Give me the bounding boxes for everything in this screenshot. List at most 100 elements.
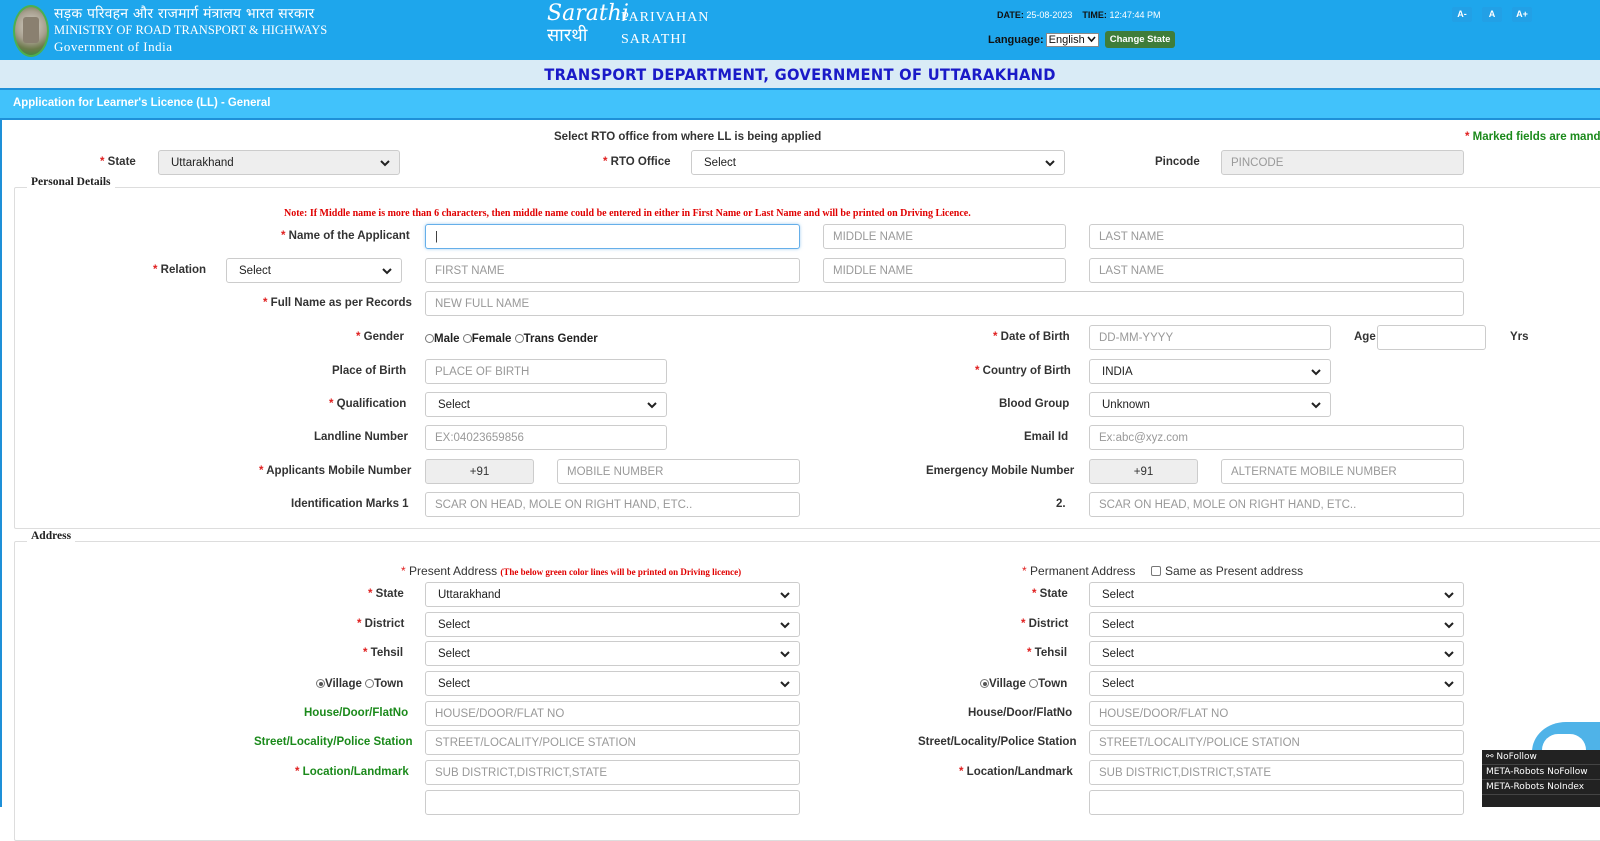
chevron-down-icon xyxy=(647,402,657,409)
present-state-label-text: State xyxy=(375,588,404,600)
qualification-select[interactable]: Select xyxy=(425,392,667,417)
permanent-village-radio[interactable]: Village xyxy=(980,678,1026,690)
blood-group-select[interactable]: Unknown xyxy=(1089,392,1331,417)
present-extra-input[interactable] xyxy=(425,790,800,815)
permanent-town-radio[interactable]: Town xyxy=(1029,678,1067,690)
same-as-present-checkbox[interactable]: Same as Present address xyxy=(1151,564,1303,578)
present-location-input[interactable]: SUB DISTRICT,DISTRICT,STATE xyxy=(425,760,800,785)
applicant-last-name-input[interactable]: LAST NAME xyxy=(1089,224,1464,249)
chevron-down-icon xyxy=(1311,369,1321,376)
government-of-india: Government of India xyxy=(54,39,173,54)
meta-noindex: META-Robots NoIndex xyxy=(1482,780,1600,795)
permanent-district-select[interactable]: Select xyxy=(1089,612,1464,637)
application-title-bar: Application for Learner's Licence (LL) -… xyxy=(0,88,1600,120)
gender-radio-group: Male Female Trans Gender xyxy=(425,333,598,345)
mobile-input[interactable]: MOBILE NUMBER xyxy=(557,459,800,484)
language-select[interactable]: English xyxy=(1045,32,1099,47)
relation-value: Select xyxy=(239,265,271,277)
present-district-select[interactable]: Select xyxy=(425,612,800,637)
rto-instruction: Select RTO office from where LL is being… xyxy=(554,131,822,143)
state-select-value: Uttarakhand xyxy=(171,157,234,169)
same-as-present-label: Same as Present address xyxy=(1165,564,1304,578)
site-header: सड़क परिवहन और राजमार्ग मंत्रालय भारत सर… xyxy=(0,0,1600,60)
nofollow-title-text: NoFollow xyxy=(1496,752,1537,762)
country-of-birth-select[interactable]: INDIA xyxy=(1089,359,1331,384)
relation-last-name-input[interactable]: LAST NAME xyxy=(1089,258,1464,283)
permanent-village-select[interactable]: Select xyxy=(1089,671,1464,696)
place-of-birth-input[interactable]: PLACE OF BIRTH xyxy=(425,359,667,384)
font-increase-button[interactable]: A+ xyxy=(1512,7,1532,22)
identification-marks-1-input[interactable]: SCAR ON HEAD, MOLE ON RIGHT HAND, ETC.. xyxy=(425,492,800,517)
change-state-button[interactable]: Change State xyxy=(1104,31,1176,48)
permanent-tehsil-value: Select xyxy=(1102,648,1134,660)
department-bar: TRANSPORT DEPARTMENT, GOVERNMENT OF UTTA… xyxy=(0,60,1600,88)
emergency-mobile-input[interactable]: ALTERNATE MOBILE NUMBER xyxy=(1221,459,1464,484)
language-value: English xyxy=(1048,33,1085,46)
chevron-down-icon xyxy=(780,651,790,658)
present-tehsil-label-text: Tehsil xyxy=(370,647,404,659)
present-address-label: * Present Address (The below green color… xyxy=(401,564,742,578)
parivahan-text: PARIVAHAN xyxy=(621,10,710,25)
applicant-middle-name-input[interactable]: MIDDLE NAME xyxy=(823,224,1066,249)
chevron-down-icon xyxy=(1444,681,1454,688)
relation-select[interactable]: Select xyxy=(226,258,402,283)
relation-first-name-input[interactable]: FIRST NAME xyxy=(425,258,800,283)
seo-extension-overlay: ⚯ NoFollow META-Robots NoFollow META-Rob… xyxy=(1482,750,1600,807)
present-town-label: Town xyxy=(374,678,404,690)
full-name-label: * Full Name as per Records xyxy=(263,297,412,309)
age-input[interactable] xyxy=(1377,325,1486,350)
dob-input[interactable]: DD-MM-YYYY xyxy=(1089,325,1331,350)
permanent-state-label-text: State xyxy=(1039,588,1068,600)
personal-details-legend: Personal Details xyxy=(27,176,115,188)
chevron-down-icon xyxy=(780,592,790,599)
rto-office-label-text: RTO Office xyxy=(610,156,671,168)
state-label-text: State xyxy=(107,156,136,168)
permanent-district-label-text: District xyxy=(1028,618,1069,630)
age-label: Age xyxy=(1354,331,1376,343)
state-select[interactable]: Uttarakhand xyxy=(158,150,400,175)
email-input[interactable]: Ex:abc@xyz.com xyxy=(1089,425,1464,450)
qualification-label-text: Qualification xyxy=(336,398,407,410)
rto-office-select[interactable]: Select xyxy=(691,150,1065,175)
permanent-house-input[interactable]: HOUSE/DOOR/FLAT NO xyxy=(1089,701,1464,726)
form-panel: Select RTO office from where LL is being… xyxy=(0,120,1600,841)
applicant-name-label: * Name of the Applicant xyxy=(281,230,410,242)
present-house-input[interactable]: HOUSE/DOOR/FLAT NO xyxy=(425,701,800,726)
permanent-district-value: Select xyxy=(1102,619,1134,631)
pincode-input[interactable]: PINCODE xyxy=(1221,150,1464,175)
font-decrease-button[interactable]: A- xyxy=(1452,7,1472,22)
permanent-location-input[interactable]: SUB DISTRICT,DISTRICT,STATE xyxy=(1089,760,1464,785)
time-label: TIME: xyxy=(1082,10,1107,20)
present-town-radio[interactable]: Town xyxy=(365,678,403,690)
gender-male-label: Male xyxy=(434,333,460,345)
gender-female-radio[interactable]: Female xyxy=(462,333,511,345)
permanent-tehsil-label: * Tehsil xyxy=(1027,647,1068,659)
permanent-extra-input[interactable] xyxy=(1089,790,1464,815)
permanent-tehsil-select[interactable]: Select xyxy=(1089,641,1464,666)
font-reset-button[interactable]: A xyxy=(1482,7,1502,22)
applicant-first-name-input[interactable]: | xyxy=(425,224,800,249)
landline-label: Landline Number xyxy=(314,431,408,443)
relation-label-text: Relation xyxy=(160,264,207,276)
present-state-select[interactable]: Uttarakhand xyxy=(425,582,800,607)
application-title: Application for Learner's Licence (LL) -… xyxy=(13,95,271,109)
landline-input[interactable]: EX:04023659856 xyxy=(425,425,667,450)
gender-trans-label: Trans Gender xyxy=(523,333,598,345)
present-village-select[interactable]: Select xyxy=(425,671,800,696)
emergency-country-code: +91 xyxy=(1089,459,1198,484)
relation-middle-name-input[interactable]: MIDDLE NAME xyxy=(823,258,1066,283)
pincode-label: Pincode xyxy=(1155,156,1200,168)
permanent-address-label-text: Permanent Address xyxy=(1030,564,1136,578)
present-street-input[interactable]: STREET/LOCALITY/POLICE STATION xyxy=(425,730,800,755)
identification-marks-2-input[interactable]: SCAR ON HEAD, MOLE ON RIGHT HAND, ETC.. xyxy=(1089,492,1464,517)
present-village-radio[interactable]: Village xyxy=(316,678,362,690)
sarathi-text: SARATHI xyxy=(621,32,688,47)
permanent-street-input[interactable]: STREET/LOCALITY/POLICE STATION xyxy=(1089,730,1464,755)
gender-trans-radio[interactable]: Trans Gender xyxy=(514,333,598,345)
place-of-birth-label: Place of Birth xyxy=(332,365,407,377)
present-tehsil-select[interactable]: Select xyxy=(425,641,800,666)
present-district-label: * District xyxy=(357,618,405,630)
permanent-state-select[interactable]: Select xyxy=(1089,582,1464,607)
full-name-input[interactable]: NEW FULL NAME xyxy=(425,291,1464,316)
gender-male-radio[interactable]: Male xyxy=(425,333,460,345)
